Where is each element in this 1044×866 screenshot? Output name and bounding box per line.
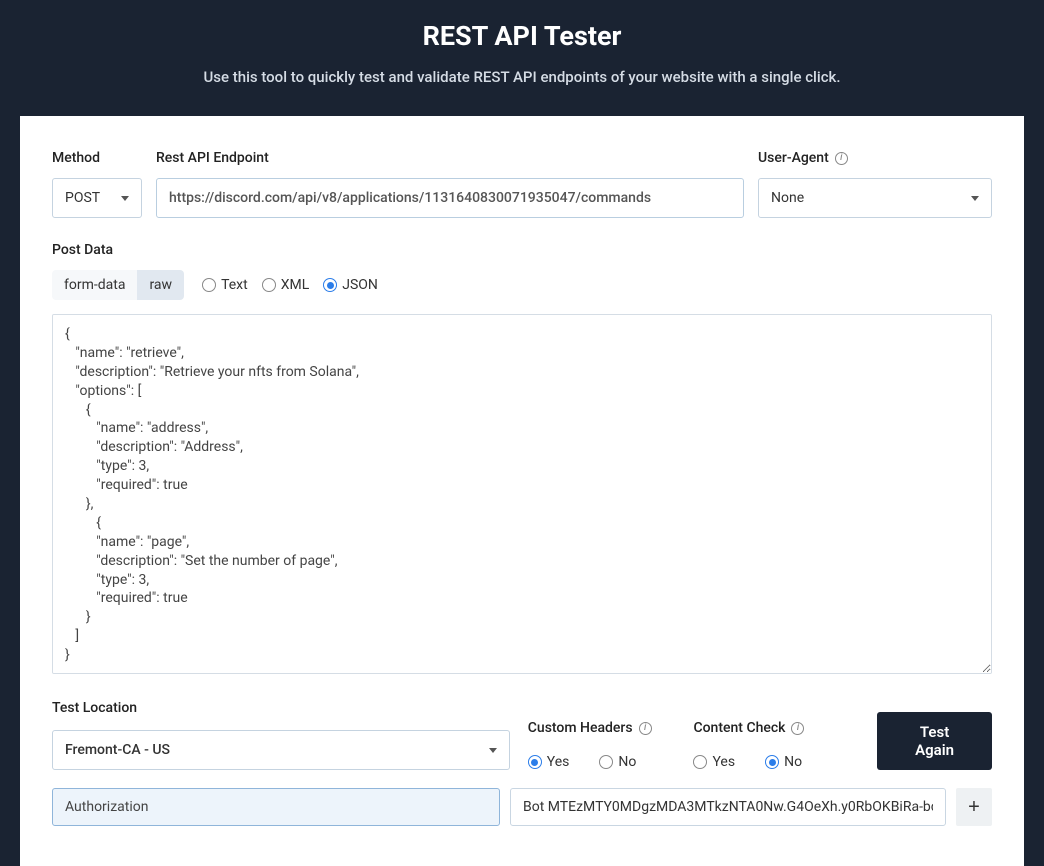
content-check-label: Content Check [693, 720, 841, 736]
tab-raw[interactable]: raw [137, 270, 184, 300]
test-location-field: Test Location Fremont-CA - US [52, 700, 510, 770]
radio-icon [693, 755, 707, 769]
format-xml[interactable]: XML [262, 277, 310, 293]
info-icon[interactable] [639, 722, 652, 735]
tab-form-data[interactable]: form-data [52, 270, 137, 300]
method-field: Method POST [52, 150, 142, 218]
content-check-no[interactable]: No [765, 754, 802, 770]
add-header-button[interactable]: + [956, 788, 992, 826]
user-agent-select[interactable]: None [758, 178, 992, 218]
post-data-tabs: form-data raw Text XML JSON [52, 270, 992, 300]
method-select[interactable]: POST [52, 178, 142, 218]
user-agent-value: None [771, 190, 804, 206]
endpoint-input[interactable] [156, 178, 744, 218]
format-radio-group: Text XML JSON [202, 277, 378, 293]
tester-card: Method POST Rest API Endpoint User-Agent… [20, 116, 1024, 866]
format-text[interactable]: Text [202, 277, 248, 293]
endpoint-label: Rest API Endpoint [156, 150, 744, 166]
test-location-label: Test Location [52, 700, 510, 716]
format-json[interactable]: JSON [323, 277, 378, 293]
header-name-input[interactable] [52, 788, 500, 826]
content-check-field: Content Check Yes No [693, 720, 841, 770]
method-label: Method [52, 150, 142, 166]
hero: REST API Tester Use this tool to quickly… [0, 0, 1044, 116]
endpoint-field: Rest API Endpoint [156, 150, 744, 218]
radio-icon [599, 755, 613, 769]
method-value: POST [65, 190, 100, 206]
radio-icon [262, 278, 276, 292]
chevron-down-icon [489, 748, 497, 753]
header-value-input[interactable] [510, 788, 946, 826]
post-body-textarea[interactable]: { "name": "retrieve", "description": "Re… [52, 314, 992, 674]
user-agent-field: User-Agent None [758, 150, 992, 218]
radio-icon [765, 755, 779, 769]
radio-icon [202, 278, 216, 292]
chevron-down-icon [971, 196, 979, 201]
custom-header-row: + [52, 788, 992, 826]
chevron-down-icon [121, 196, 129, 201]
custom-headers-no[interactable]: No [599, 754, 636, 770]
custom-headers-yes[interactable]: Yes [528, 754, 570, 770]
post-data-label: Post Data [52, 242, 992, 258]
test-location-select[interactable]: Fremont-CA - US [52, 730, 510, 770]
test-again-button[interactable]: Test Again [877, 712, 992, 770]
content-check-yes[interactable]: Yes [693, 754, 735, 770]
radio-icon [323, 278, 337, 292]
custom-headers-field: Custom Headers Yes No [528, 720, 676, 770]
page-title: REST API Tester [0, 20, 1044, 52]
radio-icon [528, 755, 542, 769]
user-agent-label: User-Agent [758, 150, 992, 166]
info-icon[interactable] [835, 152, 848, 165]
info-icon[interactable] [791, 722, 804, 735]
custom-headers-label: Custom Headers [528, 720, 676, 736]
test-location-value: Fremont-CA - US [65, 742, 170, 758]
page-subtitle: Use this tool to quickly test and valida… [0, 68, 1044, 86]
